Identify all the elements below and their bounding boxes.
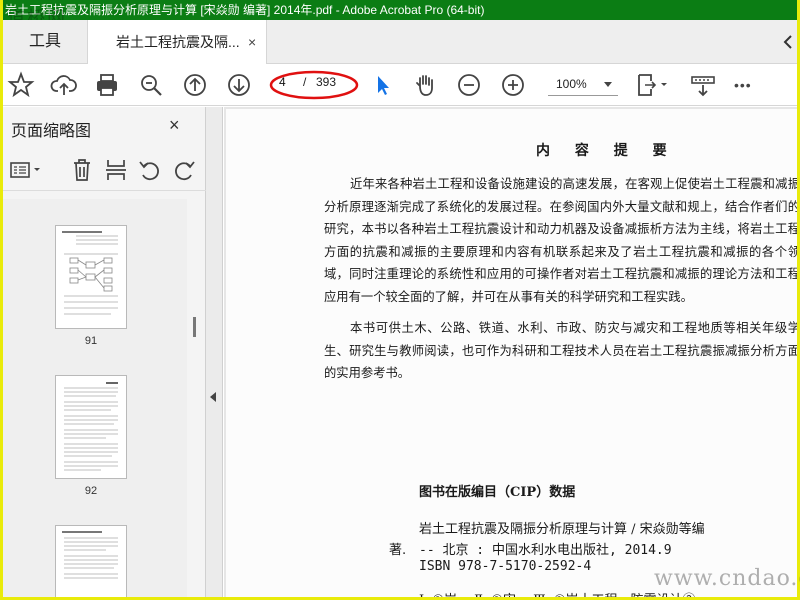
thumbnails-panel: 页面缩略图 × 91 92 bbox=[3, 107, 206, 597]
cloud-upload-icon[interactable] bbox=[50, 71, 78, 99]
thumbnail-page[interactable] bbox=[55, 375, 127, 479]
page-separator: / bbox=[303, 75, 307, 89]
select-cursor-icon[interactable] bbox=[369, 71, 397, 99]
cip-line-title: 岩土工程抗震及隔振分析原理与计算 / 宋焱勋等编 bbox=[419, 522, 705, 537]
thumbnail-list: 91 92 bbox=[3, 199, 187, 597]
thumbnail-page-number: 91 bbox=[84, 335, 98, 347]
page-number-box: / 393 bbox=[273, 72, 353, 96]
thumbnail-scrollbar[interactable] bbox=[187, 199, 205, 597]
cip-title: 图书在版编目（CIP）数据 bbox=[419, 485, 576, 500]
tab-close-icon[interactable]: × bbox=[248, 20, 256, 64]
tab-scroll-chevron-icon[interactable] bbox=[779, 24, 797, 60]
zoom-value: 100% bbox=[556, 77, 587, 91]
page-down-icon[interactable] bbox=[225, 71, 253, 99]
panel-close-icon[interactable]: × bbox=[169, 115, 180, 136]
summary-paragraph-1: 近年来各种岩土工程和设备设施建设的高速发展，在客观上促使岩土工程震和减振分析原理… bbox=[324, 177, 797, 304]
panel-collapse-strip[interactable] bbox=[206, 107, 223, 597]
tab-document-label: 岩土工程抗震及隔... bbox=[116, 34, 240, 50]
cip-line-publisher: -- 北京 : 中国水利水电出版社, 2014.9 bbox=[419, 543, 672, 558]
tab-tools[interactable]: 工具 bbox=[3, 20, 87, 64]
chevron-down-icon bbox=[604, 82, 612, 87]
document-page: 内 容 提 要 近年来各种岩土工程和设备设施建设的高速发展，在客观上促使岩土工程… bbox=[226, 109, 797, 597]
content-summary-heading: 内 容 提 要 bbox=[536, 143, 677, 159]
zoom-in-icon[interactable] bbox=[499, 71, 527, 99]
keyboard-icon[interactable] bbox=[689, 71, 717, 99]
thumbnail-page[interactable] bbox=[55, 525, 127, 597]
print-icon[interactable] bbox=[93, 71, 121, 99]
cip-author-suffix: 著. bbox=[389, 543, 407, 558]
zoom-dropdown[interactable]: 100% bbox=[548, 74, 618, 96]
star-icon[interactable] bbox=[7, 71, 35, 99]
page-up-icon[interactable] bbox=[181, 71, 209, 99]
rotate-right-icon[interactable] bbox=[171, 157, 197, 183]
document-view[interactable]: 内 容 提 要 近年来各种岩土工程和设备设施建设的高速发展，在客观上促使岩土工程… bbox=[224, 107, 797, 597]
page-display-icon[interactable] bbox=[633, 71, 673, 99]
thumbnail-page-number: 92 bbox=[84, 485, 98, 497]
search-magnifier-icon[interactable] bbox=[137, 71, 165, 99]
main-toolbar: / 393 100% ••• bbox=[3, 64, 797, 106]
watermark-url: www.cndao.com bbox=[654, 566, 800, 591]
extract-pages-icon[interactable] bbox=[103, 157, 129, 183]
page-total: 393 bbox=[316, 75, 337, 89]
hand-icon[interactable] bbox=[411, 71, 439, 99]
thumbnail-options-icon[interactable] bbox=[9, 157, 45, 183]
scrollbar-thumb[interactable] bbox=[193, 317, 196, 337]
thumbnail-page[interactable] bbox=[55, 225, 127, 329]
window-title: 岩土工程抗震及隔振分析原理与计算 [宋焱勋 编著] 2014年.pdf - Ad… bbox=[5, 3, 485, 17]
collapse-left-arrow-icon[interactable] bbox=[210, 392, 216, 402]
summary-paragraph-2: 本书可供土木、公路、铁道、水利、市政、防灾与减灾和工程地质等相关年级学生、研究生… bbox=[324, 321, 797, 381]
more-icon[interactable]: ••• bbox=[734, 71, 768, 99]
page-number-input[interactable] bbox=[279, 75, 303, 89]
trash-icon[interactable] bbox=[69, 157, 95, 183]
tab-row: 工具 岩土工程抗震及隔... × bbox=[3, 20, 797, 65]
rotate-left-icon[interactable] bbox=[137, 157, 163, 183]
cip-line-isbn: ISBN 978-7-5170-2592-4 bbox=[419, 559, 592, 574]
acrobat-window: 岩土工程抗震及隔振分析原理与计算 [宋焱勋 编著] 2014年.pdf - Ad… bbox=[3, 0, 797, 597]
panel-toolbar bbox=[3, 151, 206, 191]
panel-title: 页面缩略图 bbox=[11, 123, 92, 140]
tab-document[interactable]: 岩土工程抗震及隔... × bbox=[87, 20, 267, 65]
zoom-out-icon[interactable] bbox=[455, 71, 483, 99]
title-bar: 岩土工程抗震及隔振分析原理与计算 [宋焱勋 编著] 2014年.pdf - Ad… bbox=[3, 0, 797, 20]
